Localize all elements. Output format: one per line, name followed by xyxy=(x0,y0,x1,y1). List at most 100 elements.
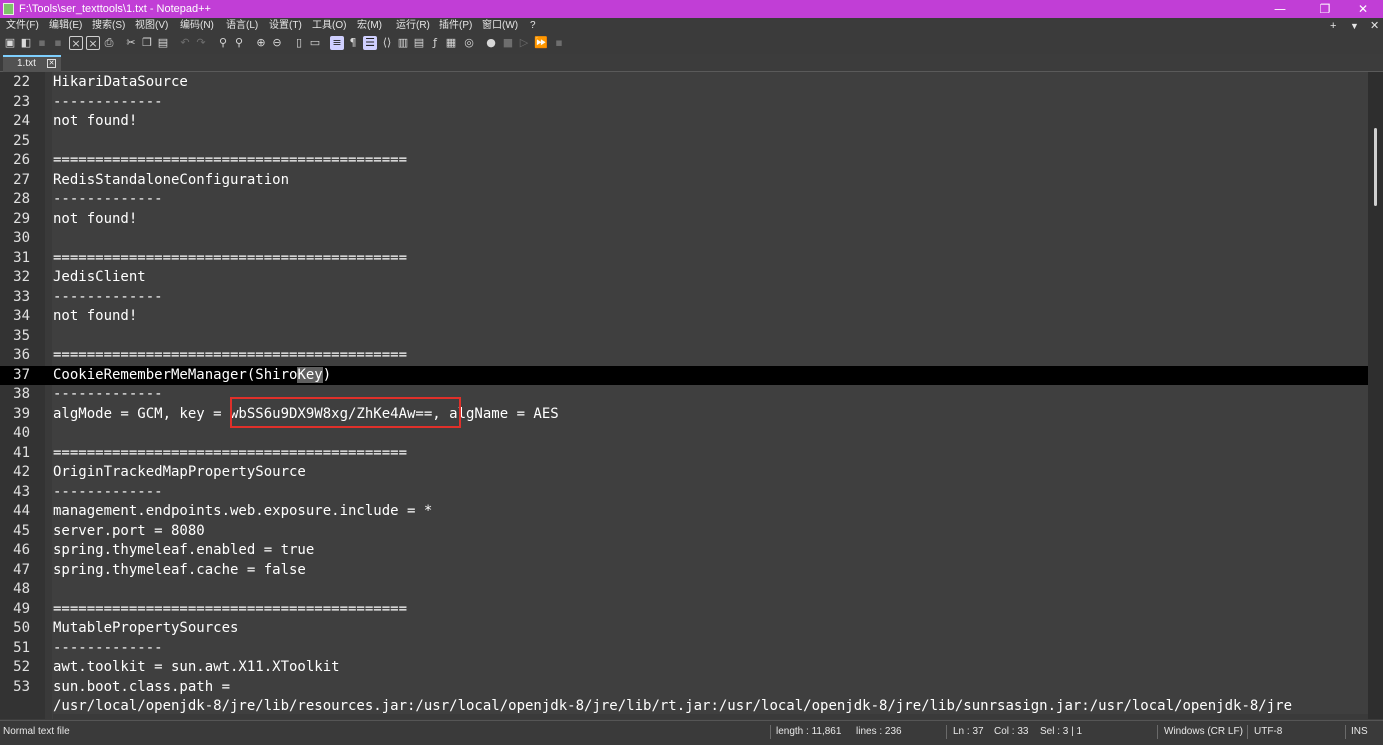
sync-vertical-icon[interactable]: ▯ xyxy=(292,36,306,50)
menu-tools[interactable]: 工具(O) xyxy=(312,18,346,34)
paste-icon[interactable]: ▤ xyxy=(156,36,170,50)
find-icon[interactable]: ⚲ xyxy=(216,36,230,50)
editor-line: 40 xyxy=(0,424,1368,444)
editor-line: 23 ------------- xyxy=(0,93,1368,113)
line-text: ------------- xyxy=(53,288,163,305)
menu-settings[interactable]: 设置(T) xyxy=(269,18,302,34)
tab-close-icon[interactable]: ✕ xyxy=(47,59,56,68)
open-file-icon[interactable]: ◧ xyxy=(19,36,33,50)
status-divider xyxy=(1345,725,1346,739)
document-map-icon[interactable]: ▥ xyxy=(396,36,410,50)
close-icon[interactable]: × xyxy=(69,36,83,50)
save-all-icon[interactable]: ▪ xyxy=(51,36,65,50)
xml-tag-icon[interactable]: ⟨⟩ xyxy=(380,36,394,50)
line-number: 45 xyxy=(13,522,30,539)
tab-list-button[interactable]: ▼ xyxy=(1350,18,1359,34)
menu-language[interactable]: 语言(L) xyxy=(226,18,258,34)
close-all-icon[interactable]: × xyxy=(86,36,100,50)
vertical-scrollbar[interactable] xyxy=(1368,72,1383,719)
save-icon[interactable]: ▪ xyxy=(35,36,49,50)
run-macro-multiple-icon[interactable]: ⏩ xyxy=(534,36,548,50)
line-number: 33 xyxy=(13,288,30,305)
line-number: 25 xyxy=(13,132,30,149)
undo-icon[interactable]: ↶ xyxy=(178,36,192,50)
status-col: Col : 33 xyxy=(994,726,1029,737)
menu-macro[interactable]: 宏(M) xyxy=(357,18,382,34)
editor-line: 50 MutablePropertySources xyxy=(0,619,1368,639)
line-text: not found! xyxy=(53,210,138,227)
editor-line: 38 ------------- xyxy=(0,385,1368,405)
horizontal-scrollbar[interactable] xyxy=(53,714,1368,719)
line-text: server.port = 8080 xyxy=(53,522,205,539)
editor-line: 41 ======================================… xyxy=(0,444,1368,464)
menu-edit[interactable]: 编辑(E) xyxy=(49,18,82,34)
line-text: spring.thymeleaf.enabled = true xyxy=(53,542,315,558)
status-mode: INS xyxy=(1351,726,1368,737)
line-text: awt.toolkit = sun.awt.X11.XToolkit xyxy=(53,659,340,675)
line-number: 40 xyxy=(13,425,30,441)
tab-label: 1.txt xyxy=(17,58,36,69)
close-tab-button[interactable]: ✕ xyxy=(1370,18,1379,34)
monitoring-icon[interactable]: ◎ xyxy=(462,36,476,50)
line-number: 37 xyxy=(13,366,30,383)
line-number: 43 xyxy=(13,483,30,500)
status-eol: Windows (CR LF) xyxy=(1164,726,1243,737)
scrollbar-thumb[interactable] xyxy=(1374,128,1377,206)
editor-line: 31 ======================================… xyxy=(0,249,1368,269)
line-number: 39 xyxy=(13,405,30,422)
editor[interactable]: 22 HikariDataSource 23 ------------- 24 not… xyxy=(0,72,1368,719)
word-wrap-icon[interactable]: ≡ xyxy=(330,36,344,50)
editor-line: 53 sun.boot.class.path = xyxy=(0,678,1368,698)
menu-file[interactable]: 文件(F) xyxy=(6,18,39,34)
minimize-button[interactable]: — xyxy=(1260,0,1300,18)
stop-record-icon[interactable]: ■ xyxy=(501,36,515,50)
line-text: ========================================… xyxy=(53,444,408,461)
close-button[interactable]: ✕ xyxy=(1343,0,1383,18)
status-divider xyxy=(1157,725,1158,739)
line-number: 26 xyxy=(13,152,30,168)
line-number: 51 xyxy=(13,639,30,656)
redo-icon[interactable]: ↷ xyxy=(194,36,208,50)
zoom-in-icon[interactable]: ⊕ xyxy=(254,36,268,50)
menu-encoding[interactable]: 编码(N) xyxy=(180,18,214,34)
editor-line: 39 algMode = GCM, key = wbSS6u9DX9W8xg/Zh… xyxy=(0,405,1368,425)
record-macro-icon[interactable]: ● xyxy=(484,36,498,50)
line-text: ------------- xyxy=(53,93,163,110)
selected-text: Key xyxy=(297,366,323,383)
document-list-icon[interactable]: ▤ xyxy=(412,36,426,50)
save-macro-icon[interactable]: ▪ xyxy=(552,36,566,50)
menu-plugins[interactable]: 插件(P) xyxy=(439,18,472,34)
function-list-icon[interactable]: ƒ xyxy=(428,36,442,50)
folder-workspace-icon[interactable]: ▦ xyxy=(444,36,458,50)
cut-icon[interactable]: ✂ xyxy=(124,36,138,50)
copy-icon[interactable]: ❐ xyxy=(140,36,154,50)
tab-1-txt[interactable]: 1.txt ✕ xyxy=(3,55,61,72)
editor-line: 52 awt.toolkit = sun.awt.X11.XToolkit xyxy=(0,658,1368,678)
menu-window[interactable]: 窗口(W) xyxy=(482,18,518,34)
window-title: F:\Tools\ser_texttools\1.txt - Notepad++ xyxy=(19,3,211,15)
line-text: not found! xyxy=(53,308,138,324)
line-text-before: CookieRememberMeManager(Shiro xyxy=(53,366,298,383)
menu-help[interactable]: ? xyxy=(530,18,536,34)
menu-view[interactable]: 视图(V) xyxy=(135,18,168,34)
editor-line: 28 ------------- xyxy=(0,190,1368,210)
line-text: ------------- xyxy=(53,639,163,656)
sync-horizontal-icon[interactable]: ▭ xyxy=(308,36,322,50)
menu-run[interactable]: 运行(R) xyxy=(396,18,430,34)
play-macro-icon[interactable]: ▷ xyxy=(517,36,531,50)
line-number: 24 xyxy=(13,113,30,129)
print-icon[interactable]: ⎙ xyxy=(102,36,116,50)
new-file-icon[interactable]: ▣ xyxy=(3,36,17,50)
line-number: 32 xyxy=(13,269,30,285)
show-all-chars-icon[interactable]: ¶ xyxy=(346,36,360,50)
status-divider xyxy=(946,725,947,739)
replace-icon[interactable]: ⚲ xyxy=(232,36,246,50)
menu-search[interactable]: 搜索(S) xyxy=(92,18,125,34)
line-text: ========================================… xyxy=(53,600,408,617)
zoom-out-icon[interactable]: ⊖ xyxy=(270,36,284,50)
indent-guide-icon[interactable]: ☰ xyxy=(363,36,377,50)
line-text: spring.thymeleaf.cache = false xyxy=(53,561,306,578)
maximize-button[interactable]: ❐ xyxy=(1305,0,1345,18)
new-tab-button[interactable]: + xyxy=(1330,18,1336,34)
editor-line-current: 37 CookieRememberMeManager(ShiroKey) xyxy=(0,365,1368,385)
